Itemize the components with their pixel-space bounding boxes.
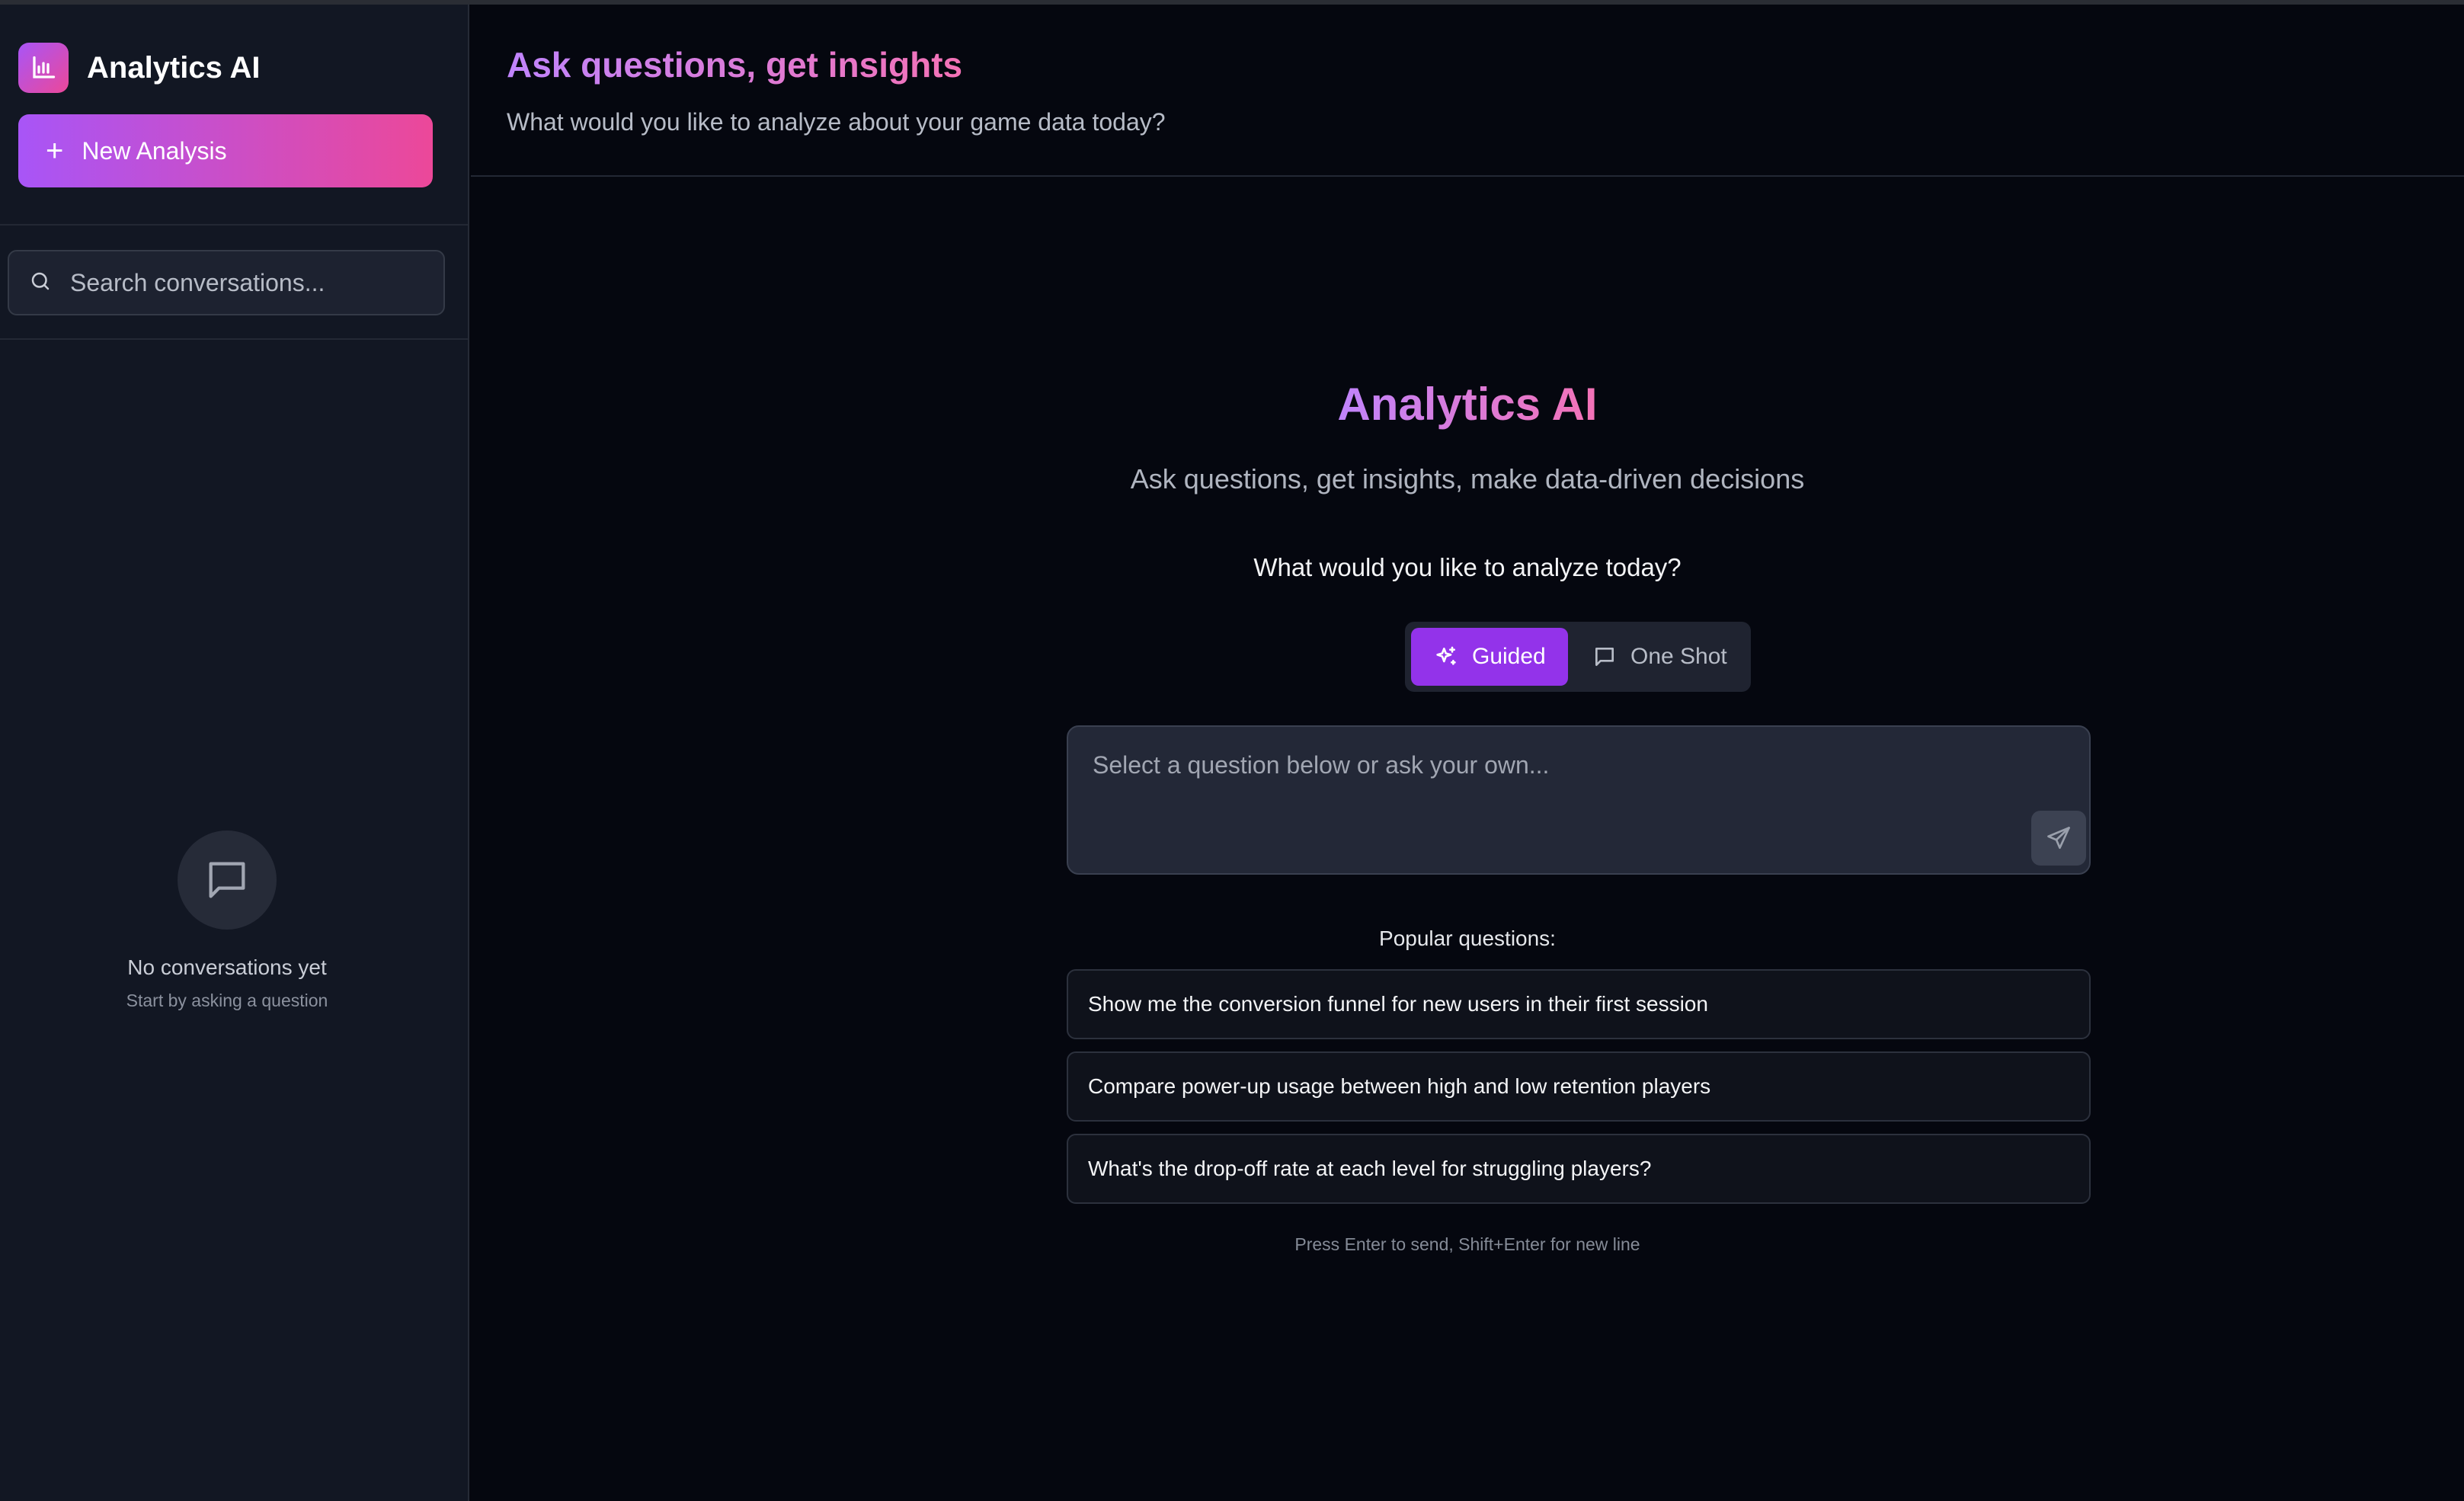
- one-shot-mode-label: One Shot: [1630, 644, 1727, 669]
- search-input[interactable]: [69, 260, 443, 306]
- page-subtitle: What would you like to analyze about you…: [507, 108, 1166, 136]
- popular-question[interactable]: Show me the conversion funnel for new us…: [1067, 969, 2091, 1039]
- send-button[interactable]: [2031, 811, 2086, 866]
- send-icon: [2047, 827, 2070, 850]
- empty-state: No conversations yet Start by asking a q…: [0, 831, 454, 1011]
- one-shot-mode-button[interactable]: One Shot: [1568, 628, 1745, 686]
- sparkles-icon: [1436, 646, 1456, 665]
- sidebar-divider: [0, 224, 468, 226]
- message-square-icon: [178, 831, 277, 930]
- question-input[interactable]: [1091, 750, 1975, 841]
- hero-title-text: Analytics AI: [1337, 379, 1598, 430]
- guided-mode-label: Guided: [1472, 644, 1546, 669]
- message-square-icon: [1595, 648, 1614, 666]
- search-icon: [29, 270, 52, 296]
- popular-question[interactable]: What's the drop-off rate at each level f…: [1067, 1134, 2091, 1204]
- search-box[interactable]: [8, 250, 445, 315]
- keyboard-hint: Press Enter to send, Shift+Enter for new…: [1294, 1234, 1640, 1254]
- hero-subtitle: Ask questions, get insights, make data-d…: [1130, 463, 1805, 494]
- page-header: Ask questions, get insights What would y…: [471, 5, 2464, 177]
- popular-questions-label: Popular questions:: [1379, 927, 1556, 950]
- bar-chart-icon: [18, 43, 69, 93]
- sidebar-divider: [0, 338, 468, 340]
- prompt-box: [1067, 725, 2091, 875]
- popular-question[interactable]: Compare power-up usage between high and …: [1067, 1051, 2091, 1122]
- mode-toggle: Guided One Shot: [1405, 622, 1751, 692]
- prompt-label: What would you like to analyze today?: [1253, 553, 1682, 581]
- brand-name: Analytics AI: [87, 50, 261, 85]
- new-analysis-label: New Analysis: [82, 136, 227, 165]
- hero-title: Analytics AI: [471, 378, 2464, 430]
- empty-subtitle: Start by asking a question: [126, 991, 328, 1010]
- new-analysis-button[interactable]: + New Analysis: [18, 114, 433, 187]
- page-title: Ask questions, get insights: [507, 45, 963, 85]
- empty-title: No conversations yet: [127, 955, 327, 979]
- brand: Analytics AI: [18, 43, 260, 93]
- main-panel: Ask questions, get insights What would y…: [471, 5, 2464, 1501]
- guided-mode-button[interactable]: Guided: [1411, 628, 1568, 686]
- sidebar: Analytics AI + New Analysis No conversat…: [0, 5, 469, 1501]
- plus-icon: +: [46, 134, 64, 168]
